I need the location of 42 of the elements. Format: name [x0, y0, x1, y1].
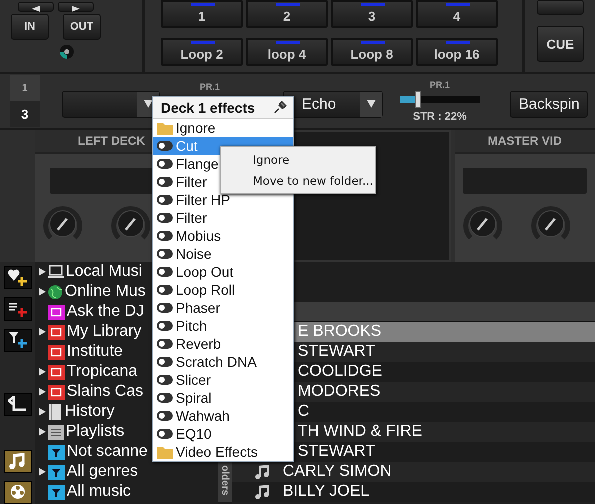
- slot-label: PR.1: [200, 82, 220, 92]
- menu-item-label: Filter: [176, 210, 208, 226]
- menu-item-label: EQ10: [176, 426, 212, 442]
- artist-text: MODORES: [298, 383, 381, 401]
- tree-label: Slains Cas: [67, 383, 144, 401]
- menu-item-label: Pitch: [176, 318, 208, 334]
- tree-label: Tropicana: [67, 363, 138, 381]
- menu-item-label: Loop Out: [176, 264, 234, 280]
- tree-label: Ask the DJ: [67, 303, 144, 321]
- artist-text: CARLY SIMON: [283, 463, 392, 481]
- panel-title: MASTER VID: [455, 130, 595, 154]
- artist-text: TH WIND & FIRE: [298, 423, 422, 441]
- artist-text: STEWART: [298, 443, 376, 461]
- tree-label: Local Musi: [66, 263, 142, 281]
- menu-item-label: Filter: [176, 174, 208, 190]
- menu-item-label: Filter HP: [176, 192, 230, 208]
- tree-label: Playlists: [66, 423, 125, 441]
- menu-item-label: Mobius: [176, 228, 222, 244]
- artist-text: STEWART: [298, 343, 376, 361]
- menu-item-label: Slicer: [176, 372, 212, 388]
- strength-reading: STR : 22%: [413, 110, 467, 122]
- menu-item-label: Noise: [176, 246, 212, 262]
- tree-label: All music: [67, 483, 132, 501]
- tree-label: Institute: [67, 343, 124, 361]
- menu-item-label: Phaser: [176, 300, 220, 316]
- tree-label: My Library: [67, 323, 142, 341]
- artist-text: C: [298, 403, 310, 421]
- menu-item-label: Cut: [176, 138, 198, 154]
- artist-text: E BROOKS: [298, 323, 382, 341]
- menu-item-label: Reverb: [176, 336, 222, 352]
- menu-item-label: Wahwah: [176, 408, 230, 424]
- artist-text: BILLY JOEL: [283, 483, 370, 501]
- artist-text: COOLIDGE: [298, 363, 382, 381]
- tree-label: Not scanne: [67, 443, 148, 461]
- slot-label: PR.1: [430, 80, 450, 90]
- menu-item-label: Flange: [176, 156, 219, 172]
- tree-label: Online Mus: [65, 283, 146, 301]
- tree-label: All genres: [67, 463, 138, 481]
- menu-item-label: Spiral: [176, 390, 212, 406]
- tree-label: History: [65, 403, 115, 421]
- menu-title: Deck 1 effects: [161, 100, 256, 116]
- menu-item-label: Loop Roll: [176, 282, 236, 298]
